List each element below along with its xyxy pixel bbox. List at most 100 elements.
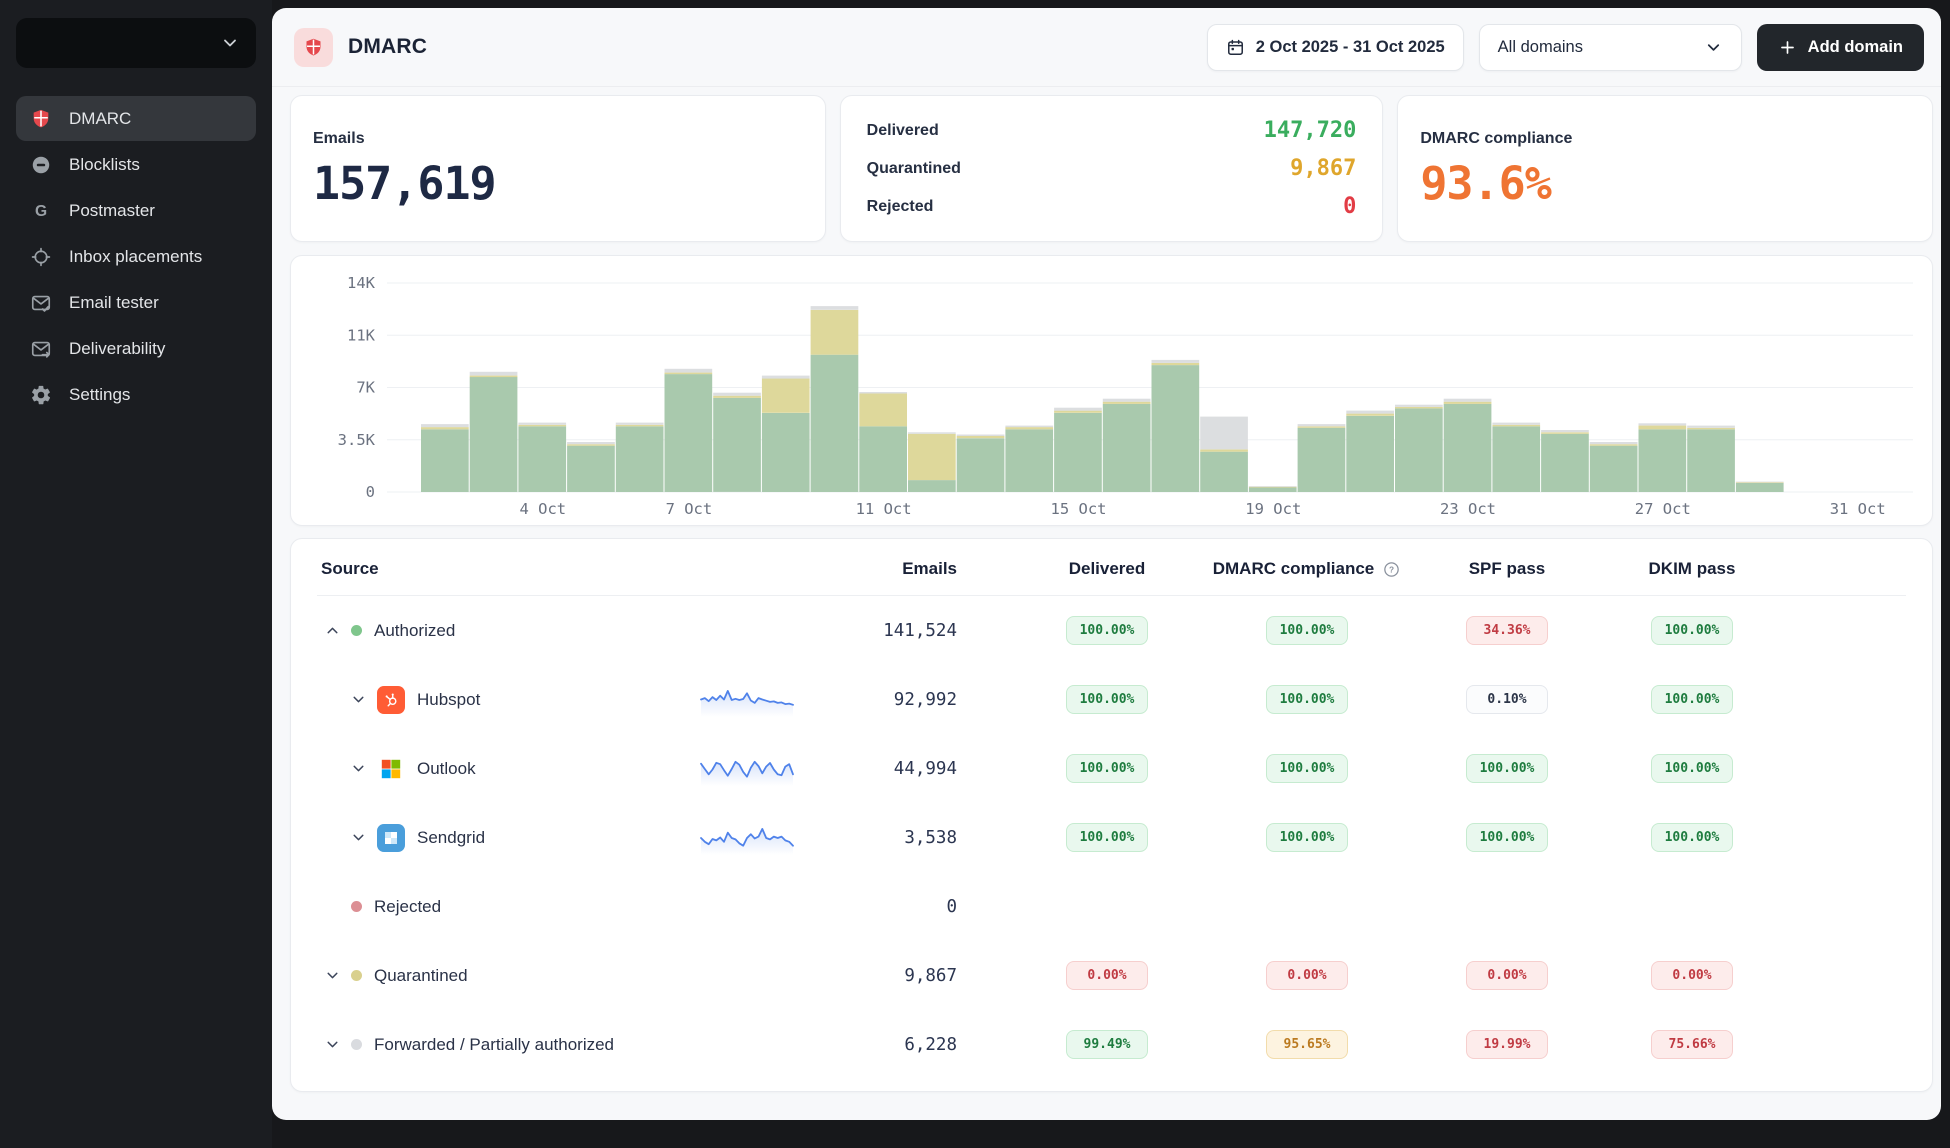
expand-toggle chevron-down-icon[interactable] xyxy=(321,1036,343,1053)
volume-bar[interactable] xyxy=(616,425,664,427)
table-row-hubspot[interactable]: Hubspot92,992100.00%100.00%0.10%100.00% xyxy=(317,665,1906,734)
volume-bar[interactable] xyxy=(1249,488,1297,493)
volume-bar[interactable] xyxy=(1736,483,1784,492)
sidebar-item-inbox-placements[interactable]: Inbox placements xyxy=(16,234,256,279)
volume-bar[interactable] xyxy=(1639,423,1687,425)
volume-bar[interactable] xyxy=(1541,432,1589,434)
sidebar-item-deliverability[interactable]: Deliverability xyxy=(16,326,256,371)
volume-bar[interactable] xyxy=(1492,425,1540,427)
sidebar-item-email-tester[interactable]: Email tester xyxy=(16,280,256,325)
table-row-sendgrid[interactable]: Sendgrid3,538100.00%100.00%100.00%100.00… xyxy=(317,803,1906,872)
volume-bar[interactable] xyxy=(1103,402,1151,404)
volume-bar[interactable] xyxy=(1346,411,1394,414)
volume-bar[interactable] xyxy=(616,426,664,492)
volume-bar[interactable] xyxy=(1054,408,1102,411)
volume-bar[interactable] xyxy=(1590,442,1638,444)
help-icon[interactable]: ? xyxy=(1382,560,1401,579)
volume-bar[interactable] xyxy=(859,426,907,492)
table-row-forwarded-partially-authorized[interactable]: Forwarded / Partially authorized6,22899.… xyxy=(317,1010,1906,1079)
volume-bar[interactable] xyxy=(1152,363,1200,365)
volume-bar[interactable] xyxy=(811,355,859,492)
volume-bar[interactable] xyxy=(1395,407,1443,409)
volume-bar[interactable] xyxy=(567,442,615,444)
volume-bar[interactable] xyxy=(1298,424,1346,426)
volume-bar[interactable] xyxy=(518,426,566,492)
volume-bar[interactable] xyxy=(1541,434,1589,492)
volume-bar[interactable] xyxy=(1444,399,1492,402)
volume-bar[interactable] xyxy=(1492,423,1540,425)
volume-bar[interactable] xyxy=(1200,452,1248,492)
volume-bar[interactable] xyxy=(567,444,615,446)
volume-bar[interactable] xyxy=(1639,426,1687,430)
volume-bar[interactable] xyxy=(1492,426,1540,492)
volume-bar[interactable] xyxy=(1687,428,1735,430)
volume-bar[interactable] xyxy=(665,374,713,492)
volume-bar[interactable] xyxy=(421,429,469,492)
volume-bar[interactable] xyxy=(957,435,1005,437)
volume-bar[interactable] xyxy=(713,398,761,492)
volume-bar[interactable] xyxy=(470,376,518,378)
volume-bar[interactable] xyxy=(1005,426,1053,428)
volume-bar[interactable] xyxy=(1298,428,1346,492)
volume-bar[interactable] xyxy=(1687,426,1735,428)
volume-bar[interactable] xyxy=(1005,427,1053,429)
volume-bar[interactable] xyxy=(957,436,1005,438)
volume-bar[interactable] xyxy=(1346,414,1394,416)
sidebar-item-settings[interactable]: Settings xyxy=(16,372,256,417)
volume-bar[interactable] xyxy=(859,392,907,394)
sidebar-item-blocklists[interactable]: Blocklists xyxy=(16,142,256,187)
add-domain-button[interactable]: Add domain xyxy=(1757,24,1924,71)
volume-bar[interactable] xyxy=(1541,430,1589,432)
volume-bar[interactable] xyxy=(1395,408,1443,492)
volume-bar[interactable] xyxy=(1687,429,1735,492)
volume-bar[interactable] xyxy=(713,396,761,398)
volume-bar[interactable] xyxy=(908,434,956,480)
volume-bar[interactable] xyxy=(713,393,761,396)
volume-bar[interactable] xyxy=(1444,404,1492,492)
volume-bar[interactable] xyxy=(859,394,907,427)
volume-bar[interactable] xyxy=(518,425,566,427)
volume-bar[interactable] xyxy=(567,446,615,492)
expand-toggle chevron-down-icon[interactable] xyxy=(347,691,369,708)
volume-bar[interactable] xyxy=(421,424,469,427)
table-row-outlook[interactable]: Outlook44,994100.00%100.00%100.00%100.00… xyxy=(317,734,1906,803)
volume-bar[interactable] xyxy=(616,423,664,425)
table-row-quarantined[interactable]: Quarantined9,8670.00%0.00%0.00%0.00% xyxy=(317,941,1906,1010)
volume-bar[interactable] xyxy=(665,373,713,375)
sidebar-item-postmaster[interactable]: GPostmaster xyxy=(16,188,256,233)
volume-bar[interactable] xyxy=(1590,444,1638,446)
volume-bar[interactable] xyxy=(1249,487,1297,488)
expand-toggle chevron-down-icon[interactable] xyxy=(347,829,369,846)
volume-bar[interactable] xyxy=(1152,365,1200,492)
volume-bar[interactable] xyxy=(1346,416,1394,492)
volume-bar[interactable] xyxy=(1005,429,1053,492)
volume-bar[interactable] xyxy=(1249,486,1297,487)
volume-bar[interactable] xyxy=(1200,417,1248,450)
volume-bar[interactable] xyxy=(908,480,956,492)
date-range-button[interactable]: 2 Oct 2025 - 31 Oct 2025 xyxy=(1207,24,1464,71)
expand-toggle chevron-down-icon[interactable] xyxy=(347,760,369,777)
volume-bar[interactable] xyxy=(908,432,956,434)
volume-bar[interactable] xyxy=(470,377,518,492)
volume-bar[interactable] xyxy=(811,310,859,355)
volume-bar[interactable] xyxy=(1639,429,1687,492)
volume-bar[interactable] xyxy=(811,306,859,310)
workspace-selector[interactable] xyxy=(16,18,256,68)
volume-bar[interactable] xyxy=(470,372,518,376)
volume-bar[interactable] xyxy=(665,369,713,373)
volume-bar[interactable] xyxy=(762,379,810,413)
volume-bar[interactable] xyxy=(1103,404,1151,492)
volume-bar[interactable] xyxy=(957,438,1005,492)
expand-toggle chevron-down-icon[interactable] xyxy=(321,967,343,984)
sidebar-item-dmarc[interactable]: DMARC xyxy=(16,96,256,141)
volume-bar[interactable] xyxy=(1152,360,1200,363)
expand-toggle chevron-up-icon[interactable] xyxy=(321,622,343,639)
volume-bar[interactable] xyxy=(1103,399,1151,402)
volume-bar[interactable] xyxy=(1590,446,1638,492)
volume-bar[interactable] xyxy=(1200,450,1248,452)
volume-bar[interactable] xyxy=(1054,411,1102,413)
volume-bar[interactable] xyxy=(1395,405,1443,407)
volume-bar[interactable] xyxy=(1054,413,1102,492)
volume-bar[interactable] xyxy=(762,413,810,492)
volume-bar[interactable] xyxy=(1736,482,1784,483)
